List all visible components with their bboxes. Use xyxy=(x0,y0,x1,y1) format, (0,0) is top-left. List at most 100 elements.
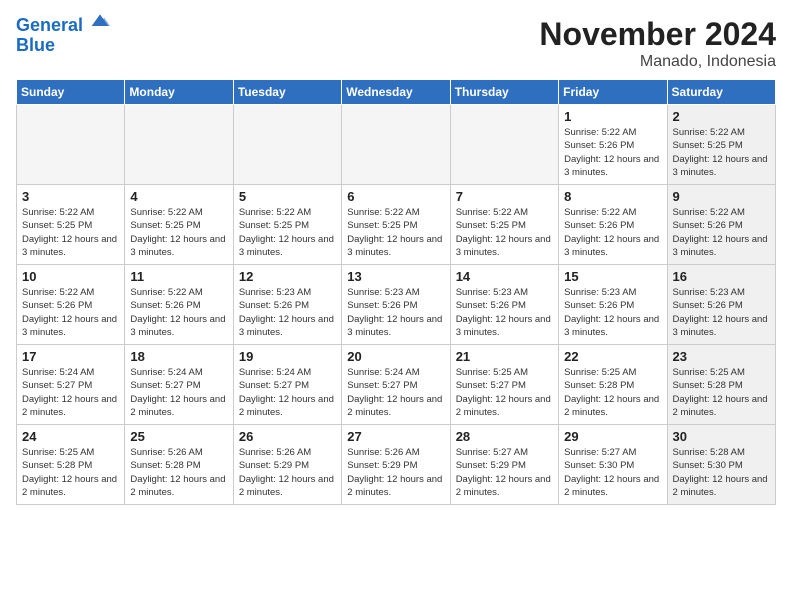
cell-info: Sunrise: 5:22 AM Sunset: 5:26 PM Dayligh… xyxy=(130,286,227,339)
calendar-cell: 10 Sunrise: 5:22 AM Sunset: 5:26 PM Dayli… xyxy=(17,265,125,345)
day-number: 12 xyxy=(239,269,336,284)
calendar-cell: 11 Sunrise: 5:22 AM Sunset: 5:26 PM Dayli… xyxy=(125,265,233,345)
cell-info: Sunrise: 5:22 AM Sunset: 5:25 PM Dayligh… xyxy=(130,206,227,259)
logo-icon xyxy=(90,11,110,31)
day-number: 1 xyxy=(564,109,661,124)
cell-info: Sunrise: 5:24 AM Sunset: 5:27 PM Dayligh… xyxy=(347,366,444,419)
calendar-cell: 8 Sunrise: 5:22 AM Sunset: 5:26 PM Daylig… xyxy=(559,185,667,265)
calendar-cell: 18Sunrise: 5:24 AM Sunset: 5:27 PM Dayli… xyxy=(125,345,233,425)
calendar-cell: 16 Sunrise: 5:23 AM Sunset: 5:26 PM Dayli… xyxy=(667,265,775,345)
cell-info: Sunrise: 5:22 AM Sunset: 5:25 PM Dayligh… xyxy=(22,206,119,259)
day-number: 4 xyxy=(130,189,227,204)
day-number: 8 xyxy=(564,189,661,204)
cell-info: Sunrise: 5:22 AM Sunset: 5:26 PM Dayligh… xyxy=(22,286,119,339)
day-number: 21 xyxy=(456,349,553,364)
day-number: 6 xyxy=(347,189,444,204)
weekday-header-thursday: Thursday xyxy=(450,80,558,105)
day-number: 16 xyxy=(673,269,770,284)
logo: General Blue xyxy=(16,16,110,56)
cell-info: Sunrise: 5:26 AM Sunset: 5:29 PM Dayligh… xyxy=(239,446,336,499)
day-number: 29 xyxy=(564,429,661,444)
cell-info: Sunrise: 5:22 AM Sunset: 5:26 PM Dayligh… xyxy=(564,126,661,179)
calendar-cell: 13Sunrise: 5:23 AM Sunset: 5:26 PM Dayli… xyxy=(342,265,450,345)
weekday-header-saturday: Saturday xyxy=(667,80,775,105)
day-number: 9 xyxy=(673,189,770,204)
calendar-cell: 26 Sunrise: 5:26 AM Sunset: 5:29 PM Dayli… xyxy=(233,425,341,505)
cell-info: Sunrise: 5:22 AM Sunset: 5:26 PM Dayligh… xyxy=(673,206,770,259)
day-number: 10 xyxy=(22,269,119,284)
cell-info: Sunrise: 5:28 AM Sunset: 5:30 PM Dayligh… xyxy=(673,446,770,499)
day-number: 30 xyxy=(673,429,770,444)
cell-info: Sunrise: 5:25 AM Sunset: 5:28 PM Dayligh… xyxy=(673,366,770,419)
calendar-cell: 23 Sunrise: 5:25 AM Sunset: 5:28 PM Dayli… xyxy=(667,345,775,425)
day-number: 22 xyxy=(564,349,661,364)
calendar-cell: 4 Sunrise: 5:22 AM Sunset: 5:25 PM Daylig… xyxy=(125,185,233,265)
day-number: 11 xyxy=(130,269,227,284)
calendar-cell: 25 Sunrise: 5:26 AM Sunset: 5:28 PM Dayli… xyxy=(125,425,233,505)
weekday-header-wednesday: Wednesday xyxy=(342,80,450,105)
cell-info: Sunrise: 5:26 AM Sunset: 5:28 PM Dayligh… xyxy=(130,446,227,499)
calendar-cell xyxy=(342,105,450,185)
calendar-cell xyxy=(450,105,558,185)
weekday-header-tuesday: Tuesday xyxy=(233,80,341,105)
day-number: 28 xyxy=(456,429,553,444)
cell-info: Sunrise: 5:25 AM Sunset: 5:28 PM Dayligh… xyxy=(564,366,661,419)
calendar-cell: 19 Sunrise: 5:24 AM Sunset: 5:27 PM Dayli… xyxy=(233,345,341,425)
calendar-cell xyxy=(125,105,233,185)
title-block: November 2024 Manado, Indonesia xyxy=(539,16,776,71)
calendar-cell: 7 Sunrise: 5:22 AM Sunset: 5:25 PM Daylig… xyxy=(450,185,558,265)
cell-info: Sunrise: 5:24 AM Sunset: 5:27 PM Dayligh… xyxy=(239,366,336,419)
day-number: 20 xyxy=(347,349,444,364)
cell-info: Sunrise: 5:27 AM Sunset: 5:29 PM Dayligh… xyxy=(456,446,553,499)
cell-info: Sunrise: 5:24 AM Sunset: 5:27 PM Dayligh… xyxy=(22,366,119,419)
calendar-cell: 21 Sunrise: 5:25 AM Sunset: 5:27 PM Dayli… xyxy=(450,345,558,425)
calendar-cell: 3 Sunrise: 5:22 AM Sunset: 5:25 PM Daylig… xyxy=(17,185,125,265)
cell-info: Sunrise: 5:23 AM Sunset: 5:26 PM Dayligh… xyxy=(673,286,770,339)
day-number: 3 xyxy=(22,189,119,204)
week-row-1: 1 Sunrise: 5:22 AM Sunset: 5:26 PM Daylig… xyxy=(17,105,776,185)
cell-info: Sunrise: 5:25 AM Sunset: 5:28 PM Dayligh… xyxy=(22,446,119,499)
calendar-cell xyxy=(233,105,341,185)
calendar-table: SundayMondayTuesdayWednesdayThursdayFrid… xyxy=(16,79,776,505)
cell-info: Sunrise: 5:23 AM Sunset: 5:26 PM Dayligh… xyxy=(239,286,336,339)
calendar-cell: 17 Sunrise: 5:24 AM Sunset: 5:27 PM Dayli… xyxy=(17,345,125,425)
cell-info: Sunrise: 5:22 AM Sunset: 5:25 PM Dayligh… xyxy=(347,206,444,259)
day-number: 23 xyxy=(673,349,770,364)
calendar-cell: 2 Sunrise: 5:22 AM Sunset: 5:25 PM Daylig… xyxy=(667,105,775,185)
day-number: 26 xyxy=(239,429,336,444)
calendar-cell: 6 Sunrise: 5:22 AM Sunset: 5:25 PM Daylig… xyxy=(342,185,450,265)
day-number: 15 xyxy=(564,269,661,284)
calendar-cell: 5Sunrise: 5:22 AM Sunset: 5:25 PM Daylig… xyxy=(233,185,341,265)
day-number: 18 xyxy=(130,349,227,364)
day-number: 19 xyxy=(239,349,336,364)
day-number: 5 xyxy=(239,189,336,204)
calendar-cell: 15 Sunrise: 5:23 AM Sunset: 5:26 PM Dayli… xyxy=(559,265,667,345)
calendar-cell: 14Sunrise: 5:23 AM Sunset: 5:26 PM Dayli… xyxy=(450,265,558,345)
calendar-cell: 22 Sunrise: 5:25 AM Sunset: 5:28 PM Dayli… xyxy=(559,345,667,425)
calendar-cell: 29Sunrise: 5:27 AM Sunset: 5:30 PM Dayli… xyxy=(559,425,667,505)
day-number: 17 xyxy=(22,349,119,364)
cell-info: Sunrise: 5:23 AM Sunset: 5:26 PM Dayligh… xyxy=(564,286,661,339)
location: Manado, Indonesia xyxy=(539,53,776,71)
cell-info: Sunrise: 5:23 AM Sunset: 5:26 PM Dayligh… xyxy=(456,286,553,339)
week-row-5: 24 Sunrise: 5:25 AM Sunset: 5:28 PM Dayli… xyxy=(17,425,776,505)
day-number: 7 xyxy=(456,189,553,204)
day-number: 24 xyxy=(22,429,119,444)
cell-info: Sunrise: 5:22 AM Sunset: 5:25 PM Dayligh… xyxy=(456,206,553,259)
day-number: 25 xyxy=(130,429,227,444)
cell-info: Sunrise: 5:25 AM Sunset: 5:27 PM Dayligh… xyxy=(456,366,553,419)
calendar-cell: 9 Sunrise: 5:22 AM Sunset: 5:26 PM Daylig… xyxy=(667,185,775,265)
weekday-header-friday: Friday xyxy=(559,80,667,105)
logo-text2: Blue xyxy=(16,36,110,56)
day-number: 2 xyxy=(673,109,770,124)
calendar-cell: 27Sunrise: 5:26 AM Sunset: 5:29 PM Dayli… xyxy=(342,425,450,505)
page-header: General Blue November 2024 Manado, Indon… xyxy=(16,16,776,71)
month-title: November 2024 xyxy=(539,16,776,53)
cell-info: Sunrise: 5:22 AM Sunset: 5:26 PM Dayligh… xyxy=(564,206,661,259)
day-number: 13 xyxy=(347,269,444,284)
logo-text: General xyxy=(16,16,110,36)
weekday-header-row: SundayMondayTuesdayWednesdayThursdayFrid… xyxy=(17,80,776,105)
cell-info: Sunrise: 5:22 AM Sunset: 5:25 PM Dayligh… xyxy=(673,126,770,179)
calendar-cell: 24 Sunrise: 5:25 AM Sunset: 5:28 PM Dayli… xyxy=(17,425,125,505)
weekday-header-monday: Monday xyxy=(125,80,233,105)
